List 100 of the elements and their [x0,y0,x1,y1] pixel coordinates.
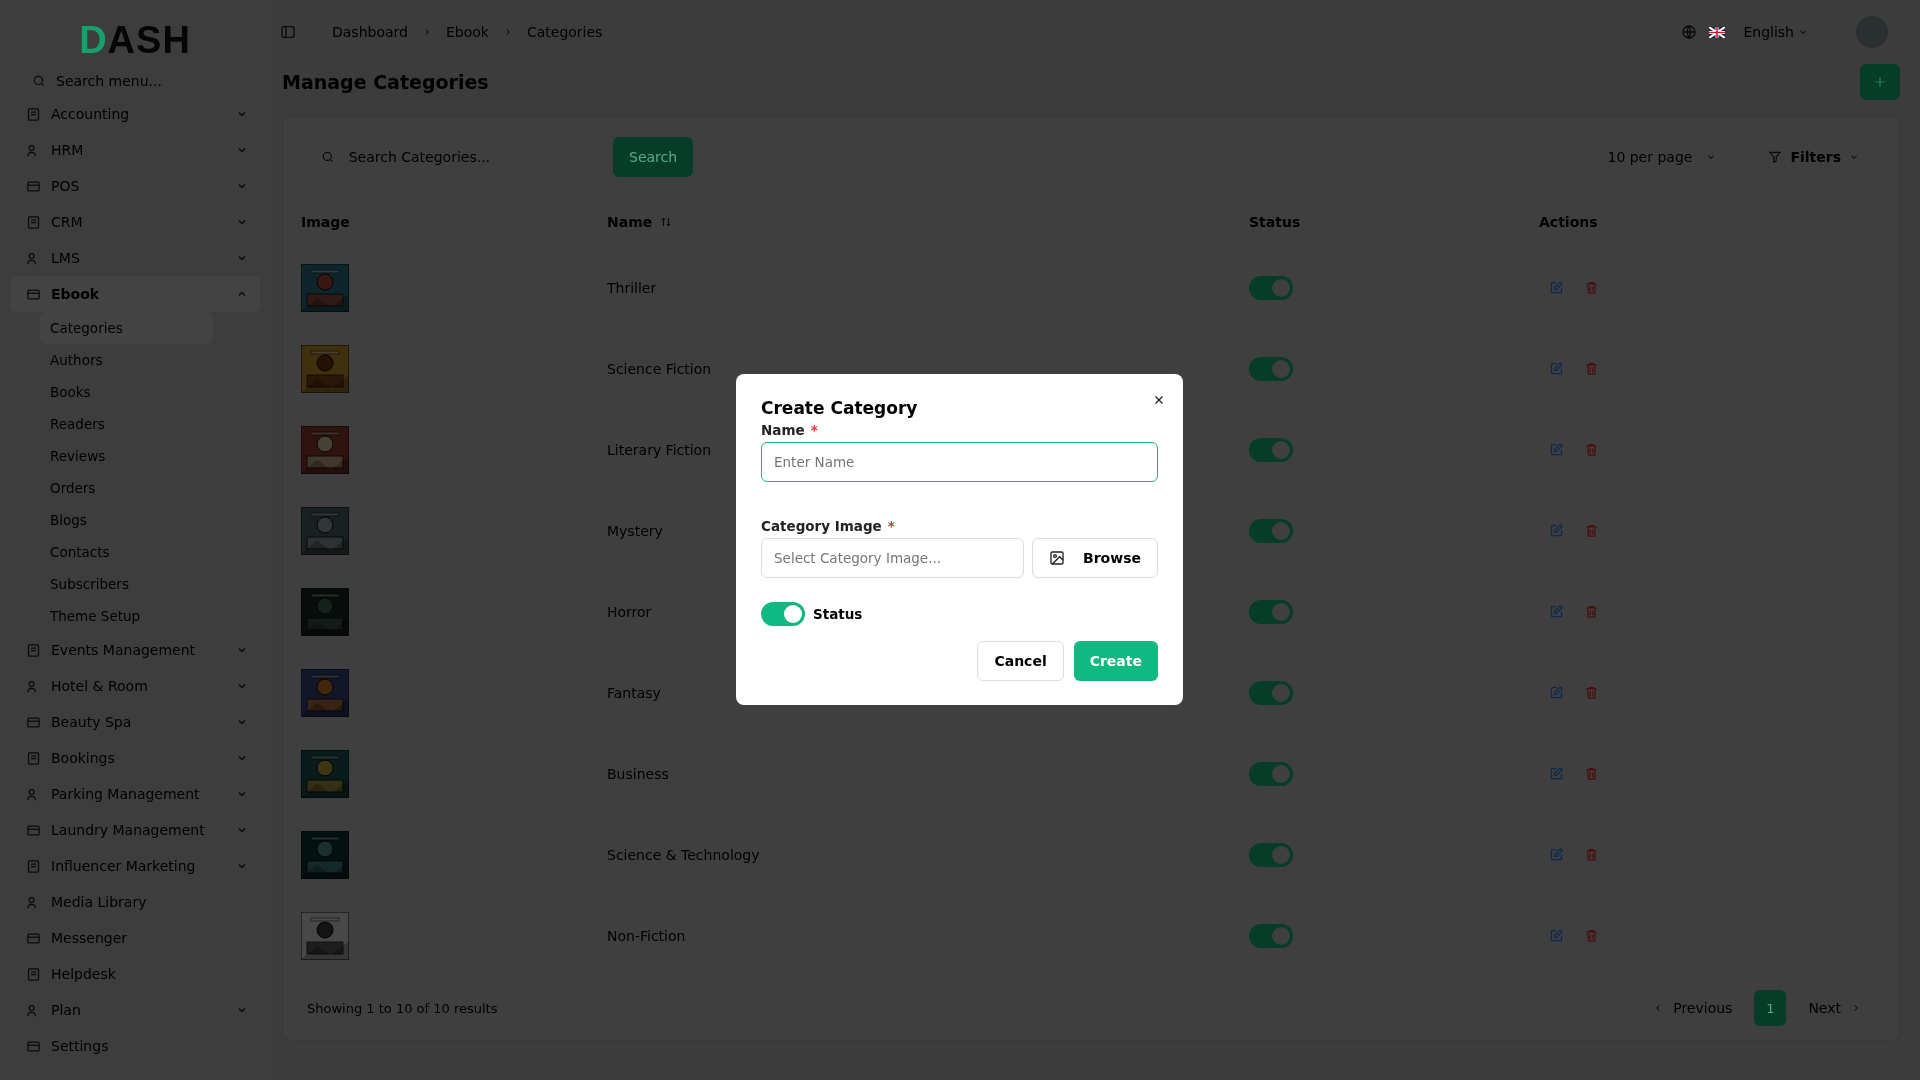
status-toggle[interactable] [1249,761,1293,786]
status-toggle[interactable] [1249,518,1293,543]
breadcrumb-link[interactable]: Ebook [445,24,489,40]
nav-item[interactable]: Ebook [10,276,260,312]
nav-item[interactable]: Helpdesk [10,956,260,992]
delete-icon[interactable] [1584,523,1599,538]
search-field[interactable]: Search Categories... [348,148,593,166]
delete-icon[interactable] [1584,685,1599,700]
nav-label: Influencer Marketing [51,858,197,874]
submenu-item[interactable]: Contacts [40,536,120,568]
status-toggle[interactable] [1249,356,1293,381]
breadcrumb-link[interactable]: Dashboard [332,24,408,40]
nav-item[interactable]: Laundry Management [10,812,260,848]
submenu-item[interactable]: Theme Setup [40,600,151,632]
edit-icon[interactable] [1549,442,1564,457]
nav-item[interactable]: Events Management [10,632,260,668]
edit-icon[interactable] [1549,928,1564,943]
image-input[interactable]: Select Category Image... [761,538,1025,578]
status-toggle[interactable] [761,602,805,626]
category-name: Business [607,765,669,782]
category-name: Horror [607,603,652,620]
nav-label: CRM [51,214,84,230]
nav-item[interactable]: POS [10,168,260,204]
nav-label: Hotel & Room [51,678,149,694]
delete-icon[interactable] [1584,442,1599,457]
status-toggle[interactable] [1249,275,1293,300]
name-input[interactable]: Enter Name [761,442,1158,482]
browse-button[interactable]: Browse [1032,538,1158,578]
category-name: Literary Fiction [607,441,712,458]
column-header: Actions [1539,214,1599,230]
delete-icon[interactable] [1584,280,1599,295]
sort-icon [660,216,673,228]
logo: DASH [79,18,191,62]
nav-label: Ebook [51,286,101,302]
status-toggle[interactable] [1249,437,1293,462]
submenu-item[interactable]: Reviews [40,440,116,472]
nav-label: Events Management [51,642,197,658]
search-icon [32,74,46,88]
nav-label: Laundry Management [51,822,206,838]
nav-item[interactable]: Accounting [10,96,260,132]
nav-item[interactable]: CRM [10,204,260,240]
category-name: Fantasy [607,684,661,701]
edit-icon[interactable] [1549,847,1564,862]
nav-item[interactable]: Beauty Spa [10,704,260,740]
category-name: Thriller [607,279,657,296]
cancel-button[interactable]: Cancel [977,641,1064,681]
submenu-item[interactable]: Blogs [40,504,97,536]
submenu-item[interactable]: Books [40,376,101,408]
nav-item[interactable]: Messenger [10,920,260,956]
field-label: Category Image [761,518,882,534]
language-dropdown[interactable]: English [1737,23,1814,41]
nav-label: Bookings [51,750,116,766]
nav-item[interactable]: Influencer Marketing [10,848,260,884]
image-icon [1049,550,1066,566]
column-header: Status [1249,214,1302,230]
nav-label: Beauty Spa [51,714,133,730]
sidebar-toggle-icon[interactable] [280,24,296,40]
submenu-item[interactable]: Authors [40,344,113,376]
add-button[interactable] [1860,64,1900,100]
nav-item[interactable]: Hotel & Room [10,668,260,704]
previous-button[interactable]: Previous [1639,1000,1747,1016]
delete-icon[interactable] [1584,766,1599,781]
nav-item[interactable]: Bookings [10,740,260,776]
category-name: Mystery [607,522,663,539]
nav-item[interactable]: LMS [10,240,260,276]
status-toggle[interactable] [1249,842,1293,867]
column-header[interactable]: Name [607,214,1249,230]
submenu-item[interactable]: Subscribers [40,568,139,600]
status-toggle[interactable] [1249,599,1293,624]
breadcrumb-link[interactable]: Categories [526,24,603,40]
edit-icon[interactable] [1549,280,1564,295]
search-button[interactable]: Search [613,137,694,177]
nav-label: Parking Management [51,786,201,802]
nav-label: LMS [51,250,81,266]
submenu-item[interactable]: Orders [40,472,106,504]
nav-label: POS [51,178,81,194]
submenu-item[interactable]: Readers [40,408,115,440]
delete-icon[interactable] [1584,361,1599,376]
status-label: Status [813,606,863,622]
nav-item[interactable]: Parking Management [10,776,260,812]
nav-item[interactable]: Settings [10,1028,260,1064]
delete-icon[interactable] [1584,928,1599,943]
status-toggle[interactable] [1249,923,1293,948]
nav-item[interactable]: Media Library [10,884,260,920]
edit-icon[interactable] [1549,766,1564,781]
nav-item[interactable]: Plan [10,992,260,1028]
search-icon [321,150,335,164]
search-field[interactable]: Search menu... [56,72,176,90]
status-toggle[interactable] [1249,680,1293,705]
delete-icon[interactable] [1584,604,1599,619]
edit-icon[interactable] [1549,685,1564,700]
next-button[interactable]: Next [1794,1000,1875,1016]
nav-item[interactable]: HRM [10,132,260,168]
create-button[interactable]: Create [1073,641,1158,681]
edit-icon[interactable] [1549,361,1564,376]
page-button[interactable]: 1 [1754,990,1787,1026]
delete-icon[interactable] [1584,847,1599,862]
edit-icon[interactable] [1549,523,1564,538]
submenu-item[interactable]: Categories [40,312,213,344]
edit-icon[interactable] [1549,604,1564,619]
